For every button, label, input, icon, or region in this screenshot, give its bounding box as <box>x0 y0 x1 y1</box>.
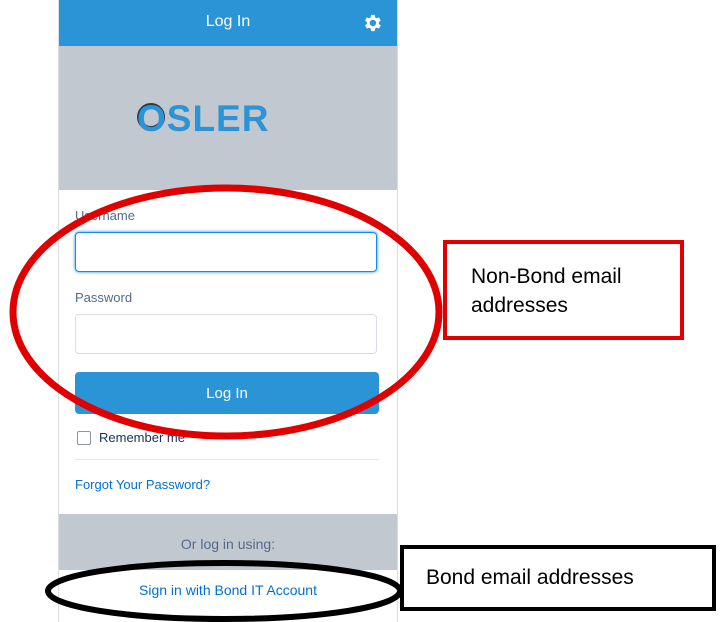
divider <box>75 459 379 460</box>
bond-callout: Bond email addresses <box>400 545 716 611</box>
remember-me-row[interactable]: Remember me <box>77 430 185 445</box>
login-panel: Log In OSLER Username Password Log In Re… <box>58 0 398 622</box>
header-bar: Log In <box>59 0 397 46</box>
gear-icon[interactable] <box>361 12 383 34</box>
non-bond-callout: Non-Bond email addresses <box>443 240 684 340</box>
remember-me-checkbox[interactable] <box>77 430 91 445</box>
login-button[interactable]: Log In <box>75 372 379 414</box>
remember-me-label: Remember me <box>99 430 185 445</box>
username-input[interactable] <box>75 232 377 272</box>
forgot-password-link[interactable]: Forgot Your Password? <box>75 477 210 492</box>
page-title: Log In <box>205 13 251 30</box>
password-input[interactable] <box>75 314 377 354</box>
username-label: Username <box>75 208 135 223</box>
alternate-login-prompt: Or log in using: <box>180 536 276 552</box>
password-label: Password <box>75 290 133 305</box>
logo: OSLER <box>137 98 270 139</box>
sso-login-link[interactable]: Sign in with Bond IT Account <box>59 582 397 598</box>
